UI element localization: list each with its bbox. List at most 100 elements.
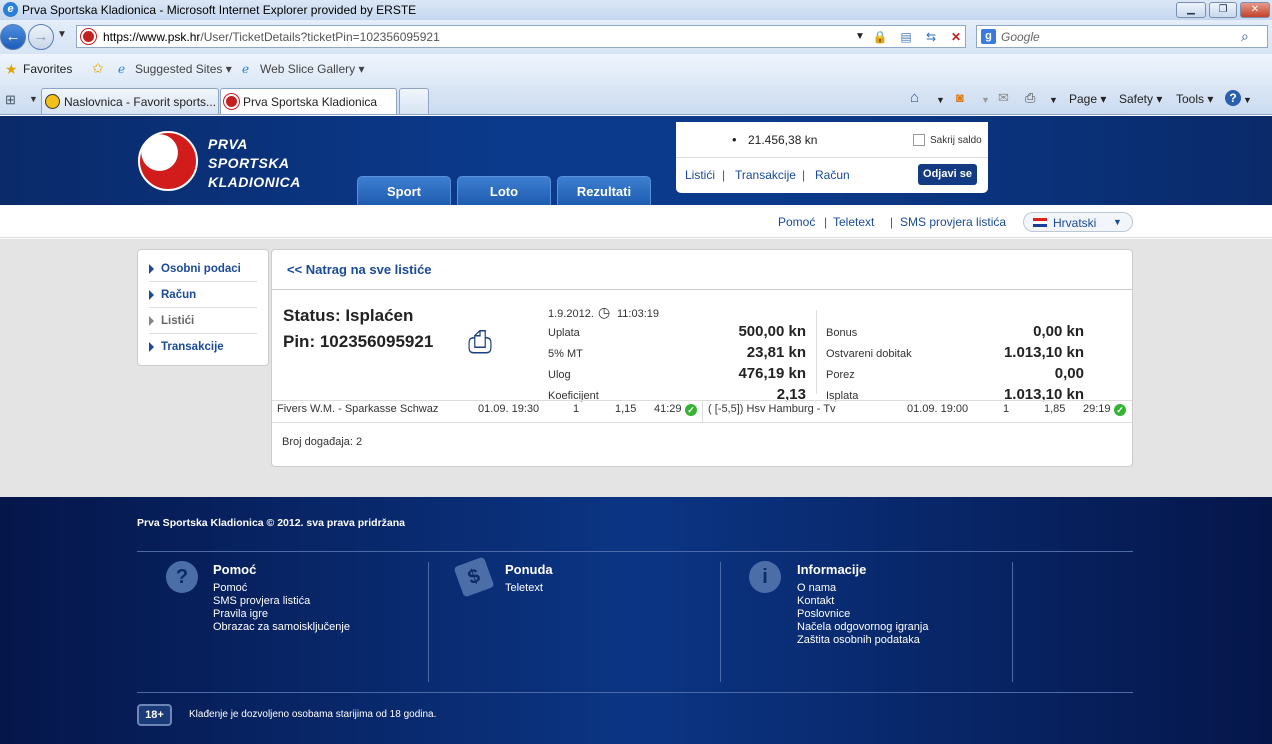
- user-side-menu: Osobni podaci Račun Listići Transakcije: [137, 249, 269, 366]
- help-dropdown-icon[interactable]: ▼: [1243, 95, 1252, 105]
- mail-icon[interactable]: ✉: [998, 90, 1009, 106]
- sidemenu-label: Transakcije: [161, 341, 224, 353]
- home-icon[interactable]: ⌂: [910, 89, 919, 106]
- sidemenu-listici[interactable]: Listići: [149, 308, 257, 334]
- address-bar[interactable]: https://www.psk.hr/User/TicketDetails?ti…: [76, 25, 966, 48]
- feeds-dropdown-icon[interactable]: ▼: [981, 95, 990, 105]
- footer-link[interactable]: Pomoć: [213, 582, 247, 594]
- event-2-date: 01.09. 19:00: [907, 403, 969, 415]
- value-ulog: 476,19 kn: [738, 365, 806, 382]
- link-racun[interactable]: Račun: [815, 168, 850, 182]
- stop-icon[interactable]: ✕: [947, 29, 965, 46]
- back-to-tickets-link[interactable]: << Natrag na sve listiće: [287, 262, 432, 277]
- print-ticket-icon[interactable]: ⎙: [468, 326, 502, 360]
- footer-link[interactable]: SMS provjera listića: [213, 595, 310, 607]
- link-separator: |: [890, 215, 894, 229]
- footer-link[interactable]: Poslovnice: [797, 608, 850, 620]
- label-mt: 5% MT: [548, 348, 583, 360]
- link-pomoc[interactable]: Pomoć: [778, 215, 815, 229]
- minimize-button[interactable]: ▁: [1176, 2, 1206, 18]
- sub-navigation: Pomoć | Teletext | SMS provjera listića …: [0, 205, 1272, 238]
- print-icon[interactable]: ⎙: [1025, 90, 1035, 106]
- lock-icon[interactable]: 🔒: [871, 29, 889, 46]
- logo-line-3: KLADIONICA: [208, 174, 301, 190]
- close-window-button[interactable]: ✕: [1240, 2, 1270, 18]
- add-favorite-icon[interactable]: ✩: [92, 60, 104, 77]
- tools-menu[interactable]: Tools ▾: [1176, 92, 1213, 106]
- footer-heading-informacije: Informacije: [797, 562, 867, 577]
- label-porez: Porez: [826, 369, 855, 381]
- event-1-odds: 1,15: [615, 403, 637, 415]
- new-tab-button[interactable]: [399, 88, 429, 114]
- logo-line-2: SPORTSKA: [208, 155, 290, 171]
- print-dropdown-icon[interactable]: ▼: [1049, 95, 1058, 105]
- language-select[interactable]: Hrvatski ▼: [1023, 212, 1133, 232]
- footer-link[interactable]: Kontakt: [797, 595, 834, 607]
- site-footer: Prva Sportska Kladionica © 2012. sva pra…: [0, 497, 1272, 744]
- safety-menu[interactable]: Safety ▾: [1119, 92, 1162, 106]
- label-bonus: Bonus: [826, 327, 858, 339]
- footer-link[interactable]: Teletext: [505, 582, 543, 594]
- address-url[interactable]: https://www.psk.hr/User/TicketDetails?ti…: [103, 30, 440, 44]
- chevron-down-icon: ▼: [1113, 217, 1122, 227]
- footer-link[interactable]: Zaštita osobnih podataka: [797, 634, 920, 646]
- event-2-tip: 1: [1003, 403, 1010, 415]
- forward-button[interactable]: →: [28, 24, 54, 50]
- nav-rezultati[interactable]: Rezultati: [557, 176, 651, 205]
- sidemenu-transakcije[interactable]: Transakcije: [149, 334, 257, 360]
- divider: [272, 289, 1132, 290]
- footer-link[interactable]: Načela odgovornog igranja: [797, 621, 928, 633]
- search-box[interactable]: g Google ⌕: [976, 25, 1268, 48]
- tab-list-dropdown-icon[interactable]: ▼: [29, 94, 38, 104]
- maximize-button[interactable]: ❐: [1209, 2, 1237, 18]
- suggested-sites-link[interactable]: Suggested Sites ▾: [135, 62, 232, 76]
- help-icon: ?: [166, 561, 198, 593]
- feeds-icon[interactable]: ◙: [956, 90, 964, 105]
- compatibility-view-icon[interactable]: ▤: [897, 29, 915, 46]
- clock-icon: ◷: [598, 304, 611, 320]
- value-bonus: 0,00 kn: [1033, 323, 1084, 340]
- window-titlebar: e Prva Sportska Kladionica - Microsoft I…: [0, 0, 1272, 20]
- logout-button[interactable]: Odjavi se: [918, 164, 977, 185]
- ticket-details: << Natrag na sve listiće Status: Isplaće…: [271, 249, 1133, 467]
- link-transakcije[interactable]: Transakcije: [735, 168, 796, 182]
- history-dropdown-icon[interactable]: ▼: [57, 29, 67, 40]
- event-1-result: 41:29: [654, 403, 682, 415]
- web-slice-gallery-link[interactable]: Web Slice Gallery ▾: [260, 62, 365, 76]
- favorites-button[interactable]: Favorites: [23, 62, 72, 76]
- link-sms-provjera[interactable]: SMS provjera listića: [900, 215, 1006, 229]
- tab-naslovnica[interactable]: Naslovnica - Favorit sports...: [41, 88, 219, 114]
- tab-prva-sportska[interactable]: Prva Sportska Kladionica: [220, 88, 397, 114]
- arrow-right-icon: [149, 342, 154, 352]
- price-tag-icon: $: [453, 556, 495, 598]
- footer-link[interactable]: Pravila igre: [213, 608, 268, 620]
- sidemenu-osobni-podaci[interactable]: Osobni podaci: [149, 256, 257, 282]
- footer-link[interactable]: Obrazac za samoisključenje: [213, 621, 350, 633]
- nav-loto[interactable]: Loto: [457, 176, 551, 205]
- hide-balance-checkbox[interactable]: [913, 134, 925, 146]
- account-balance: 21.456,38 kn: [748, 133, 818, 147]
- home-dropdown-icon[interactable]: ▼: [936, 95, 945, 105]
- event-2-result: 29:19: [1083, 403, 1111, 415]
- page-menu[interactable]: Page ▾: [1069, 92, 1106, 106]
- address-dropdown-icon[interactable]: ▼: [851, 29, 869, 46]
- divider: [1012, 562, 1013, 682]
- sidemenu-racun[interactable]: Račun: [149, 282, 257, 308]
- window-title: Prva Sportska Kladionica - Microsoft Int…: [22, 3, 417, 17]
- refresh-icon[interactable]: ⇆: [922, 29, 940, 46]
- search-placeholder: Google: [1001, 30, 1040, 44]
- footer-link[interactable]: O nama: [797, 582, 836, 594]
- divider: [272, 422, 1132, 423]
- event-1-name: Fivers W.M. - Sparkasse Schwaz: [277, 403, 439, 415]
- quick-tabs-icon[interactable]: ⊞: [5, 92, 16, 108]
- psk-logo-icon[interactable]: [138, 131, 198, 191]
- event-1-date: 01.09. 19:30: [478, 403, 540, 415]
- nav-sport[interactable]: Sport: [357, 176, 451, 205]
- ticket-status: Status: Isplaćen: [283, 306, 414, 325]
- link-teletext[interactable]: Teletext: [833, 215, 874, 229]
- help-icon[interactable]: ?: [1225, 90, 1241, 106]
- link-listici[interactable]: Listići: [685, 168, 715, 182]
- search-icon[interactable]: ⌕: [1241, 28, 1249, 45]
- divider: [816, 310, 817, 394]
- back-button[interactable]: ←: [0, 24, 26, 50]
